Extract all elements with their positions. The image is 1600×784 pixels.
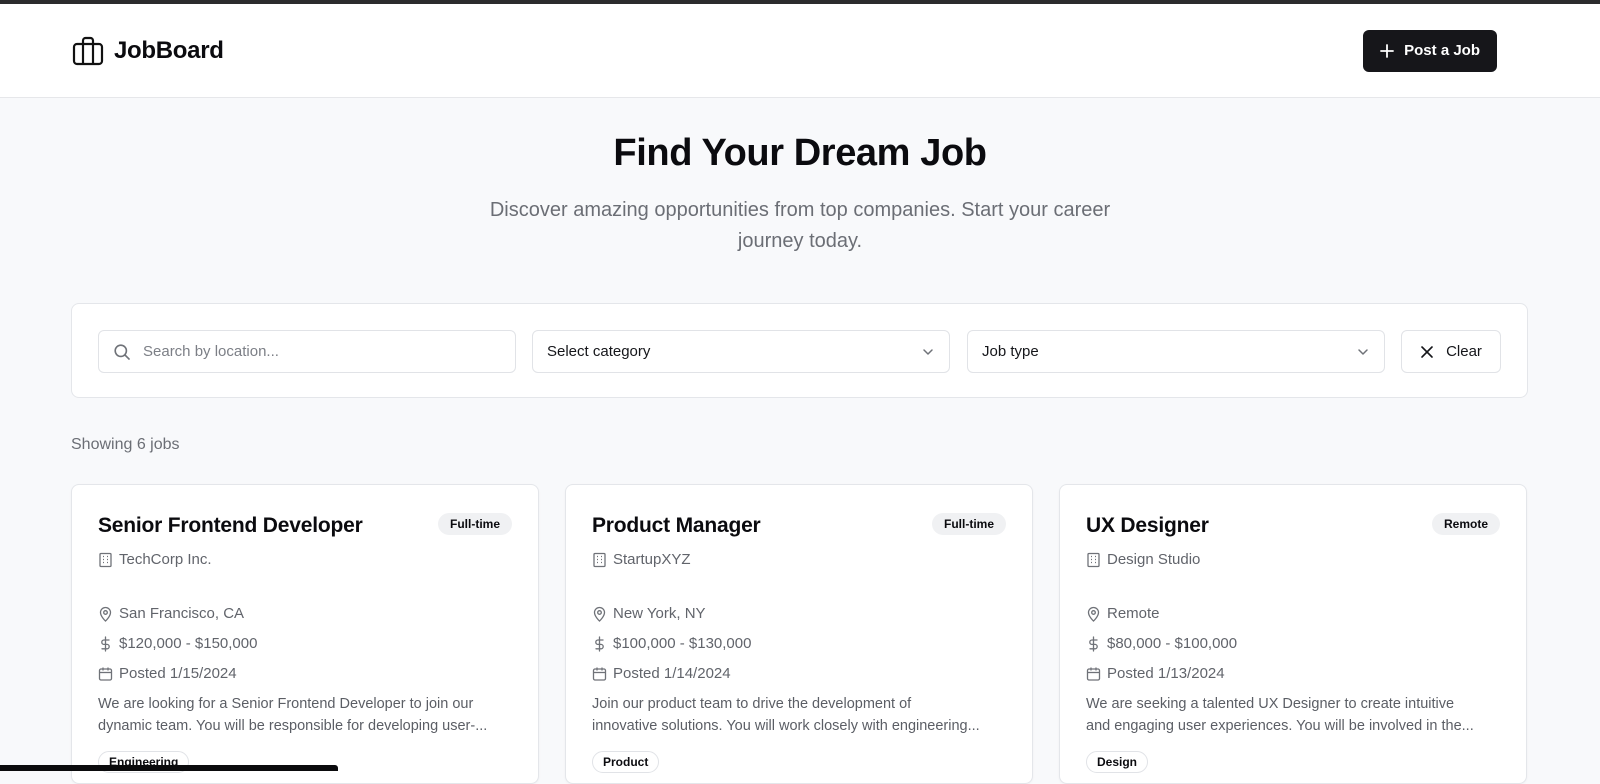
hero-section: Find Your Dream Job Discover amazing opp… <box>0 98 1600 257</box>
company-name: StartupXYZ <box>613 551 691 568</box>
job-type-select[interactable]: Job type <box>967 330 1385 373</box>
job-type-badge: Remote <box>1431 513 1500 535</box>
map-pin-icon <box>98 606 113 622</box>
subtitle-line-2: journey today. <box>737 230 863 252</box>
company-name: Design Studio <box>1107 551 1201 568</box>
clear-label: Clear <box>1446 343 1482 360</box>
company-name: TechCorp Inc. <box>119 551 212 568</box>
description-line-1: We are looking for a Senior Frontend Dev… <box>98 696 474 712</box>
category-value: Select category <box>547 343 651 360</box>
plus-icon <box>1380 43 1395 58</box>
job-type-badge: Full-time <box>932 513 1006 535</box>
clear-filters-button[interactable]: Clear <box>1401 330 1501 373</box>
briefcase-icon <box>72 36 104 66</box>
site-header: JobBoard Post a Job <box>0 4 1600 98</box>
location-row: New York, NY <box>592 605 706 622</box>
bottom-overlay-bar <box>0 765 338 771</box>
job-card[interactable]: Product Manager Full-time StartupXYZ New… <box>565 484 1033 784</box>
calendar-icon <box>1086 666 1101 682</box>
search-icon <box>113 343 131 361</box>
page-title: Find Your Dream Job <box>613 132 987 174</box>
job-card[interactable]: UX Designer Remote Design Studio Remote <box>1059 484 1527 784</box>
salary-row: $120,000 - $150,000 <box>98 635 257 652</box>
calendar-icon <box>592 666 607 682</box>
description-line-2: innovative solutions. You will work clos… <box>592 718 980 734</box>
subtitle-line-1: Discover amazing opportunities from top … <box>489 199 1111 221</box>
map-pin-icon <box>592 606 607 622</box>
job-salary: $80,000 - $100,000 <box>1107 635 1238 652</box>
dollar-icon <box>1086 635 1101 652</box>
posted-row: Posted 1/13/2024 <box>1086 665 1225 682</box>
results-count: Showing 6 jobs <box>71 436 180 453</box>
brand-name: JobBoard <box>114 36 224 64</box>
posted-row: Posted 1/14/2024 <box>592 665 731 682</box>
close-icon <box>1420 345 1434 359</box>
location-search-input[interactable]: Search by location... <box>98 330 516 373</box>
job-title[interactable]: Senior Frontend Developer <box>98 514 363 538</box>
page-subtitle: Discover amazing opportunities from top … <box>440 195 1160 257</box>
category-select[interactable]: Select category <box>532 330 950 373</box>
job-location: New York, NY <box>613 605 706 622</box>
post-job-button[interactable]: Post a Job <box>1363 29 1497 72</box>
location-row: San Francisco, CA <box>98 605 244 622</box>
calendar-icon <box>98 666 113 682</box>
job-type-badge: Full-time <box>438 513 512 535</box>
job-description: We are looking for a Senior Frontend Dev… <box>98 693 518 737</box>
job-description: We are seeking a talented UX Designer to… <box>1086 693 1506 737</box>
job-card[interactable]: Senior Frontend Developer Full-time Tech… <box>71 484 539 784</box>
post-job-label: Post a Job <box>1404 42 1480 59</box>
posted-date: Posted 1/13/2024 <box>1107 665 1225 682</box>
building-icon <box>1086 552 1101 568</box>
building-icon <box>592 552 607 568</box>
job-description: Join our product team to drive the devel… <box>592 693 1012 737</box>
chevron-down-icon <box>1356 345 1370 359</box>
brand-logo[interactable]: JobBoard <box>72 36 224 66</box>
company-row: TechCorp Inc. <box>98 551 212 568</box>
job-type-value: Job type <box>982 343 1039 360</box>
chevron-down-icon <box>921 345 935 359</box>
company-row: StartupXYZ <box>592 551 691 568</box>
salary-row: $100,000 - $130,000 <box>592 635 751 652</box>
posted-date: Posted 1/15/2024 <box>119 665 237 682</box>
job-salary: $100,000 - $130,000 <box>613 635 752 652</box>
description-line-2: dynamic team. You will be responsible fo… <box>98 718 488 734</box>
description-line-1: We are seeking a talented UX Designer to… <box>1086 696 1455 712</box>
map-pin-icon <box>1086 606 1101 622</box>
dollar-icon <box>592 635 607 652</box>
filter-panel: Search by location... Select category Jo… <box>71 303 1528 398</box>
category-tag: Product <box>592 751 660 773</box>
location-row: Remote <box>1086 605 1160 622</box>
description-line-1: Join our product team to drive the devel… <box>592 696 912 712</box>
posted-row: Posted 1/15/2024 <box>98 665 237 682</box>
job-location: San Francisco, CA <box>119 605 245 622</box>
building-icon <box>98 552 113 568</box>
posted-date: Posted 1/14/2024 <box>613 665 731 682</box>
job-title[interactable]: Product Manager <box>592 514 761 538</box>
description-line-2: and engaging user experiences. You will … <box>1086 718 1474 734</box>
salary-row: $80,000 - $100,000 <box>1086 635 1237 652</box>
job-salary: $120,000 - $150,000 <box>119 635 258 652</box>
company-row: Design Studio <box>1086 551 1200 568</box>
category-tag: Design <box>1086 751 1149 773</box>
dollar-icon <box>98 635 113 652</box>
job-title[interactable]: UX Designer <box>1086 514 1209 538</box>
search-placeholder: Search by location... <box>143 343 279 360</box>
job-location: Remote <box>1107 605 1160 622</box>
